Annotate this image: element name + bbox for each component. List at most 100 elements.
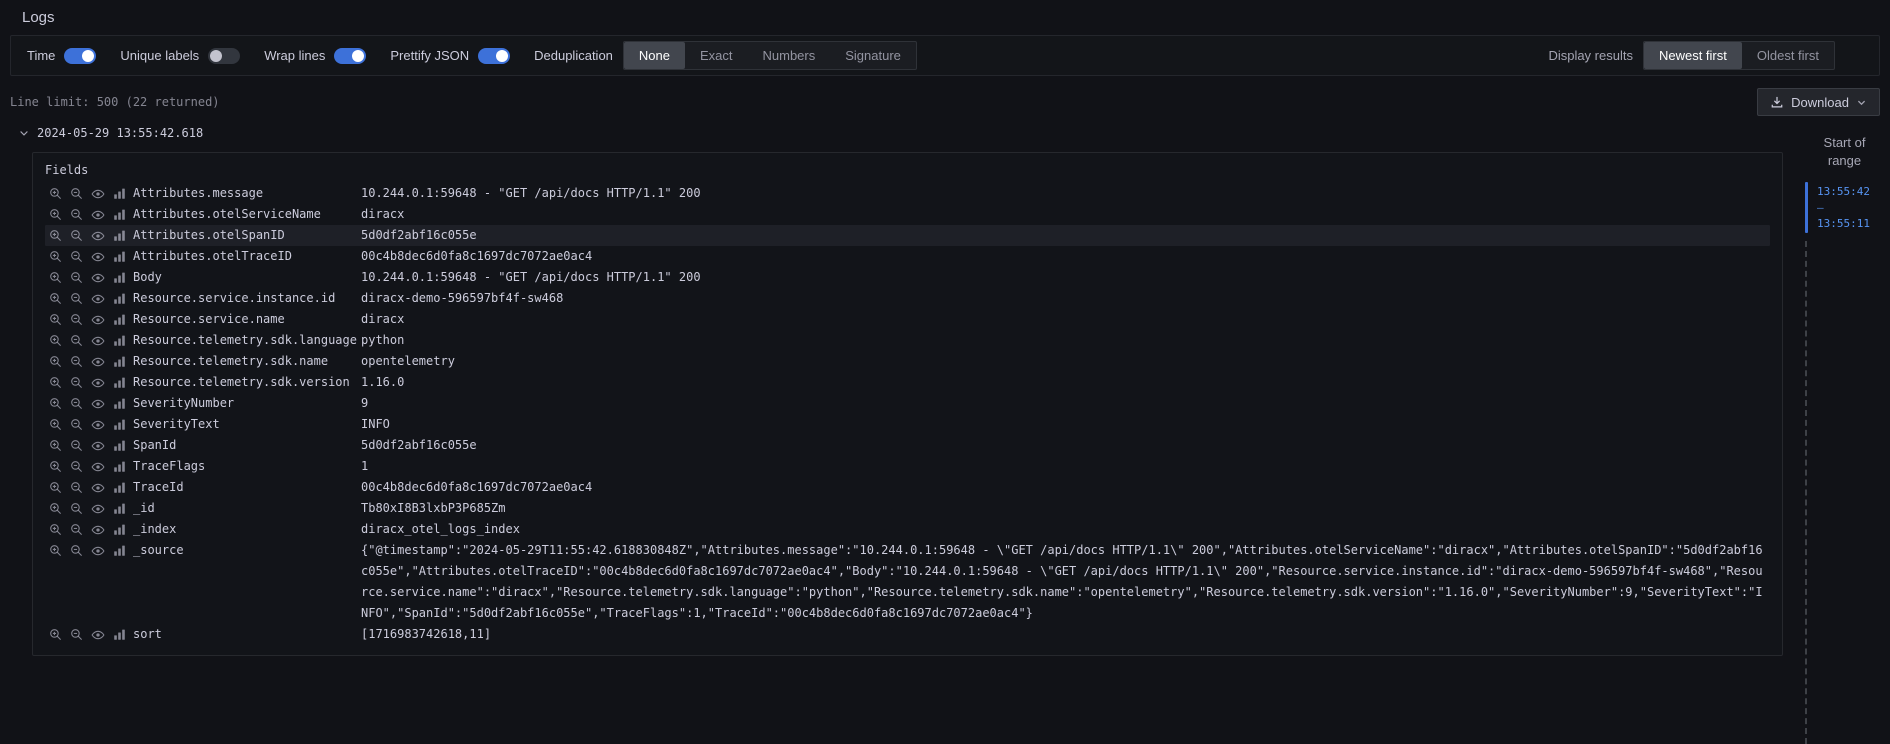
filter-out-value-icon[interactable]: [70, 439, 83, 453]
option-signature[interactable]: Signature: [830, 42, 916, 69]
toggle-switch[interactable]: [478, 48, 510, 64]
eye-icon[interactable]: [91, 439, 105, 453]
filter-for-value-icon[interactable]: [49, 250, 62, 264]
filter-out-value-icon[interactable]: [70, 271, 83, 285]
option-newest-first[interactable]: Newest first: [1644, 42, 1742, 69]
filter-out-value-icon[interactable]: [70, 502, 83, 516]
filter-for-value-icon[interactable]: [49, 376, 62, 390]
filter-for-value-icon[interactable]: [49, 334, 62, 348]
field-stats-icon[interactable]: [113, 397, 126, 411]
filter-out-value-icon[interactable]: [70, 334, 83, 348]
toggle-switch[interactable]: [334, 48, 366, 64]
log-row[interactable]: 2024-05-29 13:55:42.618: [10, 122, 1795, 144]
field-stats-icon[interactable]: [113, 355, 126, 369]
toggle-switch[interactable]: [208, 48, 240, 64]
field-row: SpanId 5d0df2abf16c055e: [45, 435, 1770, 456]
filter-for-value-icon[interactable]: [49, 292, 62, 306]
filter-for-value-icon[interactable]: [49, 208, 62, 222]
filter-out-value-icon[interactable]: [70, 481, 83, 495]
filter-out-value-icon[interactable]: [70, 376, 83, 390]
option-oldest-first[interactable]: Oldest first: [1742, 42, 1834, 69]
filter-for-value-icon[interactable]: [49, 628, 62, 642]
toggle-switch[interactable]: [64, 48, 96, 64]
field-value: 1.16.0: [361, 372, 1766, 393]
field-value: 5d0df2abf16c055e: [361, 225, 1766, 246]
eye-icon[interactable]: [91, 397, 105, 411]
eye-icon[interactable]: [91, 250, 105, 264]
logs-meta-row: Line limit: 500 (22 returned) Download: [10, 88, 1880, 116]
field-stats-icon[interactable]: [113, 376, 126, 390]
field-stats-icon[interactable]: [113, 523, 126, 537]
eye-icon[interactable]: [91, 355, 105, 369]
eye-icon[interactable]: [91, 208, 105, 222]
eye-icon[interactable]: [91, 628, 105, 642]
field-stats-icon[interactable]: [113, 271, 126, 285]
field-stats-icon[interactable]: [113, 544, 126, 558]
filter-for-value-icon[interactable]: [49, 313, 62, 327]
eye-icon[interactable]: [91, 313, 105, 327]
toolbar-toggle: Prettify JSON: [390, 48, 510, 64]
field-stats-icon[interactable]: [113, 460, 126, 474]
eye-icon[interactable]: [91, 460, 105, 474]
filter-out-value-icon[interactable]: [70, 313, 83, 327]
eye-icon[interactable]: [91, 292, 105, 306]
filter-out-value-icon[interactable]: [70, 397, 83, 411]
download-button[interactable]: Download: [1757, 88, 1880, 116]
filter-out-value-icon[interactable]: [70, 355, 83, 369]
filter-out-value-icon[interactable]: [70, 250, 83, 264]
field-row-actions: [49, 414, 133, 432]
eye-icon[interactable]: [91, 502, 105, 516]
filter-out-value-icon[interactable]: [70, 628, 83, 642]
eye-icon[interactable]: [91, 376, 105, 390]
field-name: _id: [133, 498, 361, 519]
filter-for-value-icon[interactable]: [49, 229, 62, 243]
filter-out-value-icon[interactable]: [70, 229, 83, 243]
filter-out-value-icon[interactable]: [70, 418, 83, 432]
filter-for-value-icon[interactable]: [49, 397, 62, 411]
filter-for-value-icon[interactable]: [49, 481, 62, 495]
filter-for-value-icon[interactable]: [49, 418, 62, 432]
nav-current-page[interactable]: 13:55:42 — 13:55:11: [1805, 182, 1884, 233]
eye-icon[interactable]: [91, 229, 105, 243]
field-stats-icon[interactable]: [113, 481, 126, 495]
field-row-actions: [49, 183, 133, 201]
eye-icon[interactable]: [91, 271, 105, 285]
eye-icon[interactable]: [91, 334, 105, 348]
field-stats-icon[interactable]: [113, 418, 126, 432]
collapse-row-chevron-icon[interactable]: [18, 127, 30, 139]
field-stats-icon[interactable]: [113, 229, 126, 243]
explore-logs-panel: Logs Time Unique labels Wrap lines Prett…: [0, 0, 1890, 744]
filter-for-value-icon[interactable]: [49, 439, 62, 453]
option-exact[interactable]: Exact: [685, 42, 748, 69]
filter-out-value-icon[interactable]: [70, 460, 83, 474]
filter-for-value-icon[interactable]: [49, 271, 62, 285]
eye-icon[interactable]: [91, 187, 105, 201]
filter-for-value-icon[interactable]: [49, 544, 62, 558]
filter-for-value-icon[interactable]: [49, 460, 62, 474]
field-stats-icon[interactable]: [113, 439, 126, 453]
field-stats-icon[interactable]: [113, 250, 126, 264]
filter-out-value-icon[interactable]: [70, 292, 83, 306]
filter-out-value-icon[interactable]: [70, 544, 83, 558]
field-stats-icon[interactable]: [113, 208, 126, 222]
filter-for-value-icon[interactable]: [49, 187, 62, 201]
field-stats-icon[interactable]: [113, 334, 126, 348]
eye-icon[interactable]: [91, 418, 105, 432]
field-stats-icon[interactable]: [113, 628, 126, 642]
filter-out-value-icon[interactable]: [70, 523, 83, 537]
field-row-actions: [49, 393, 133, 411]
eye-icon[interactable]: [91, 481, 105, 495]
eye-icon[interactable]: [91, 544, 105, 558]
field-stats-icon[interactable]: [113, 187, 126, 201]
filter-for-value-icon[interactable]: [49, 523, 62, 537]
option-numbers[interactable]: Numbers: [748, 42, 831, 69]
field-stats-icon[interactable]: [113, 502, 126, 516]
filter-out-value-icon[interactable]: [70, 208, 83, 222]
field-stats-icon[interactable]: [113, 313, 126, 327]
filter-out-value-icon[interactable]: [70, 187, 83, 201]
field-stats-icon[interactable]: [113, 292, 126, 306]
filter-for-value-icon[interactable]: [49, 502, 62, 516]
eye-icon[interactable]: [91, 523, 105, 537]
option-none[interactable]: None: [624, 42, 685, 69]
filter-for-value-icon[interactable]: [49, 355, 62, 369]
